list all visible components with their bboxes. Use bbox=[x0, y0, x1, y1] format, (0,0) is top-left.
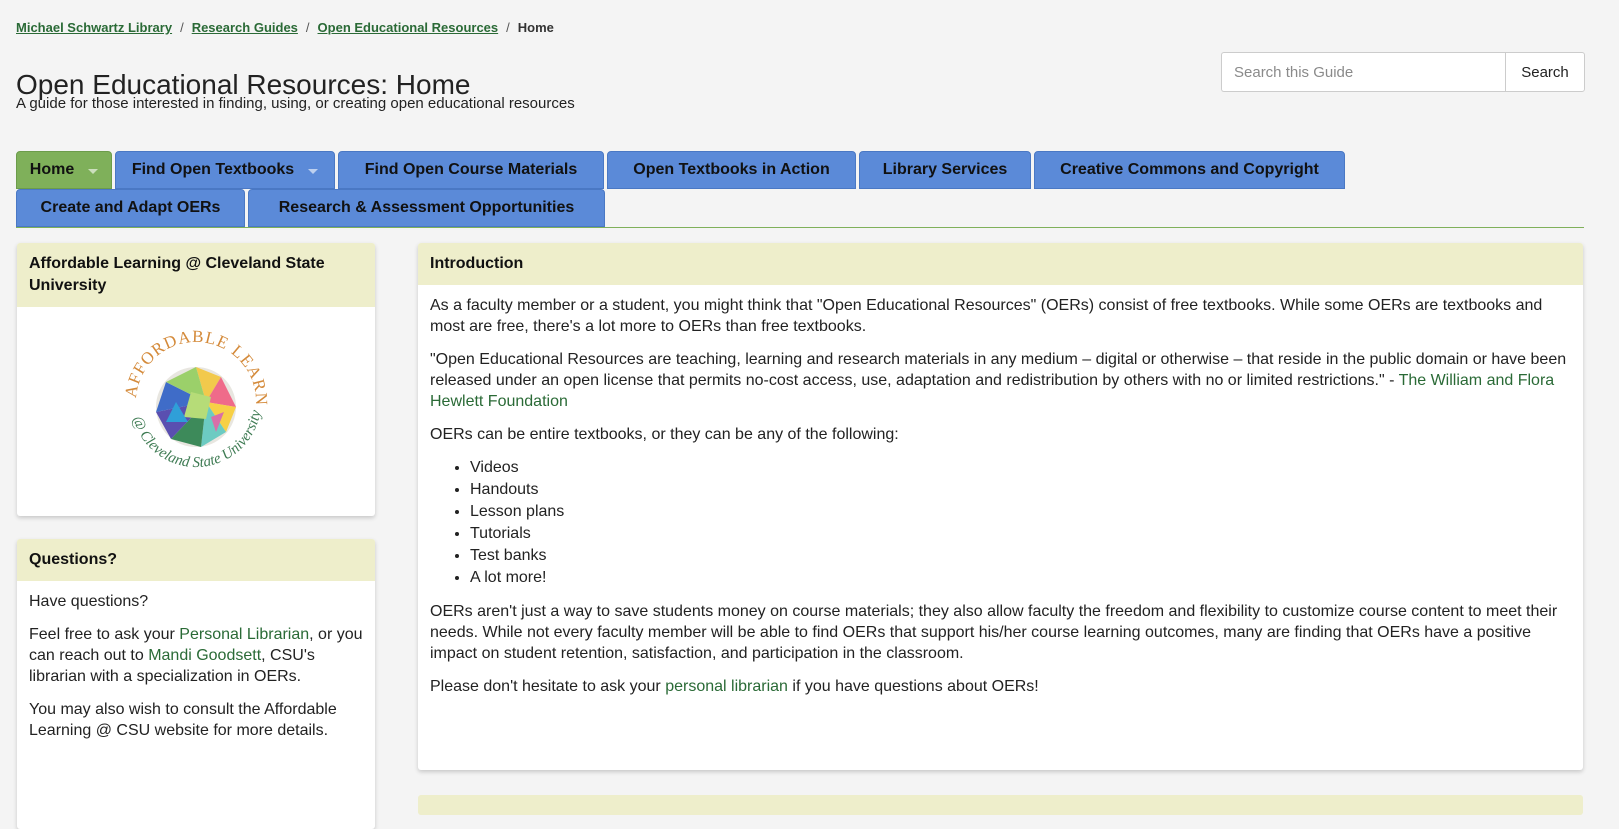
breadcrumb-oer-link[interactable]: Open Educational Resources bbox=[318, 20, 499, 35]
tab-find-open-textbooks[interactable]: Find Open Textbooks bbox=[115, 151, 335, 189]
intro-paragraph-5: Please don't hesitate to ask your person… bbox=[430, 676, 1571, 697]
list-item: Handouts bbox=[470, 479, 1571, 501]
affordable-learning-box: Affordable Learning @ Cleveland State Un… bbox=[17, 243, 375, 516]
list-item: Tutorials bbox=[470, 523, 1571, 545]
tab-label: Research & Assessment Opportunities bbox=[278, 199, 575, 216]
tab-row-2: Create and Adapt OERs Research & Assessm… bbox=[16, 189, 1584, 227]
text: Please don't hesitate to ask your bbox=[430, 678, 666, 695]
questions-contact: Feel free to ask your Personal Librarian… bbox=[29, 624, 363, 687]
list-item: A lot more! bbox=[470, 567, 1571, 589]
introduction-content: As a faculty member or a student, you mi… bbox=[418, 285, 1583, 719]
search-input[interactable] bbox=[1221, 52, 1505, 92]
breadcrumb-separator: / bbox=[506, 20, 510, 35]
intro-quote: "Open Educational Resources are teaching… bbox=[430, 349, 1571, 412]
questions-box: Questions? Have questions? Feel free to … bbox=[17, 539, 375, 829]
tab-create-adapt-oers[interactable]: Create and Adapt OERs bbox=[16, 189, 245, 227]
breadcrumb-current: Home bbox=[517, 20, 554, 35]
list-item: Test banks bbox=[470, 545, 1571, 567]
list-item: Lesson plans bbox=[470, 501, 1571, 523]
intro-paragraph-4: OERs aren't just a way to save students … bbox=[430, 603, 1558, 662]
text: if you have questions about OERs! bbox=[787, 678, 1039, 695]
guide-search: Search bbox=[1221, 52, 1585, 92]
questions-content: Have questions? Feel free to ask your Pe… bbox=[17, 581, 375, 763]
text: Feel free to ask your bbox=[29, 626, 180, 643]
tab-open-textbooks-in-action[interactable]: Open Textbooks in Action bbox=[607, 151, 856, 189]
chevron-down-icon bbox=[308, 169, 319, 174]
tab-library-services[interactable]: Library Services bbox=[859, 151, 1031, 189]
breadcrumb-separator: / bbox=[180, 20, 184, 35]
breadcrumb-research-guides-link[interactable]: Research Guides bbox=[192, 20, 298, 35]
tab-label: Create and Adapt OERs bbox=[40, 199, 221, 216]
guide-tabs: Home Find Open Textbooks Find Open Cours… bbox=[16, 151, 1584, 228]
box-title: Questions? bbox=[17, 539, 375, 581]
questions-website-note: You may also wish to consult the Afforda… bbox=[29, 701, 337, 739]
breadcrumb: Michael Schwartz Library / Research Guides… bbox=[16, 20, 554, 35]
box-title: Affordable Learning @ Cleveland State Un… bbox=[17, 243, 375, 307]
tab-divider bbox=[16, 227, 1584, 228]
intro-paragraph-3: OERs can be entire textbooks, or they ca… bbox=[430, 426, 899, 443]
quote-text: "Open Educational Resources are teaching… bbox=[430, 351, 1567, 389]
tab-label: Library Services bbox=[882, 161, 1008, 178]
personal-librarian-link[interactable]: Personal Librarian bbox=[179, 626, 309, 643]
next-box-header bbox=[418, 795, 1583, 815]
page-subtitle: A guide for those interested in finding,… bbox=[16, 95, 575, 112]
tab-find-open-course-materials[interactable]: Find Open Course Materials bbox=[338, 151, 604, 189]
tab-home[interactable]: Home bbox=[16, 151, 112, 189]
tab-label: Home bbox=[29, 161, 75, 178]
breadcrumb-separator: / bbox=[305, 20, 310, 35]
intro-paragraph-1: As a faculty member or a student, you mi… bbox=[430, 297, 1543, 335]
chevron-down-icon bbox=[88, 169, 99, 174]
tab-label: Find Open Course Materials bbox=[364, 161, 578, 178]
tab-label: Open Textbooks in Action bbox=[633, 161, 830, 178]
affordable-learning-logo: AFFORDABLE LEARNING @ Cleveland State Un… bbox=[17, 307, 375, 487]
oer-types-list: Videos Handouts Lesson plans Tutorials T… bbox=[430, 457, 1571, 589]
box-header-strip bbox=[418, 795, 1583, 815]
introduction-box: Introduction As a faculty member or a st… bbox=[418, 243, 1583, 770]
box-title: Introduction bbox=[418, 243, 1583, 285]
questions-intro: Have questions? bbox=[29, 593, 149, 610]
mandi-goodsett-link[interactable]: Mandi Goodsett bbox=[148, 647, 261, 664]
breadcrumb-library-link[interactable]: Michael Schwartz Library bbox=[16, 20, 172, 35]
tab-research-assessment[interactable]: Research & Assessment Opportunities bbox=[248, 189, 605, 227]
list-item: Videos bbox=[470, 457, 1571, 479]
tab-creative-commons[interactable]: Creative Commons and Copyright bbox=[1034, 151, 1345, 189]
tab-label: Creative Commons and Copyright bbox=[1060, 161, 1319, 178]
tab-row-1: Home Find Open Textbooks Find Open Cours… bbox=[16, 151, 1584, 189]
personal-librarian-link[interactable]: personal librarian bbox=[665, 678, 788, 695]
search-button[interactable]: Search bbox=[1505, 52, 1585, 92]
tab-label: Find Open Textbooks bbox=[131, 161, 295, 178]
